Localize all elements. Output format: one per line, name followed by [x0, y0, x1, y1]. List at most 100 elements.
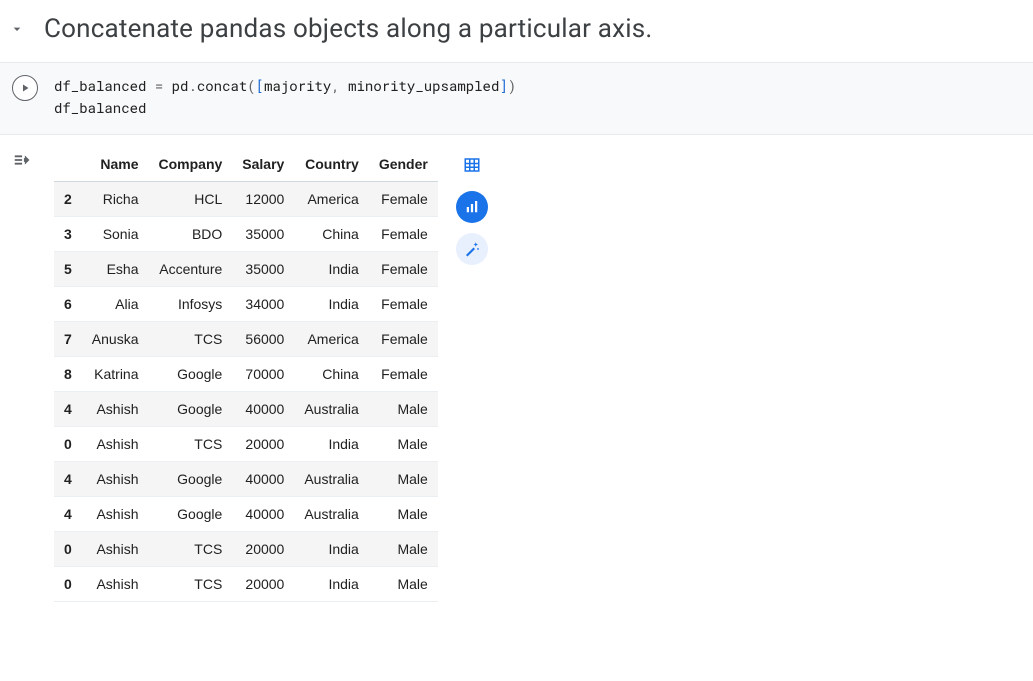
table-cell: Female [369, 321, 438, 356]
code-editor[interactable]: df_balanced = pd.concat([majority, minor… [50, 63, 1033, 134]
table-cell: TCS [149, 321, 233, 356]
table-row: 5EshaAccenture35000IndiaFemale [54, 251, 438, 286]
table-row: 8KatrinaGoogle70000ChinaFemale [54, 356, 438, 391]
table-row-index: 6 [54, 286, 82, 321]
table-cell: 40000 [232, 496, 294, 531]
cell-output: NameCompanySalaryCountryGender 2RichaHCL… [0, 134, 1033, 620]
table-cell: India [294, 286, 368, 321]
table-cell: America [294, 321, 368, 356]
code-token: concat [197, 76, 247, 95]
table-row: 0AshishTCS20000IndiaMale [54, 426, 438, 461]
view-as-table-button[interactable] [456, 149, 488, 181]
table-cell: 56000 [232, 321, 294, 356]
table-cell: Google [149, 356, 233, 391]
output-gutter [0, 135, 50, 620]
table-cell: Male [369, 566, 438, 601]
run-cell-button[interactable] [12, 75, 38, 101]
table-cell: Infosys [149, 286, 233, 321]
table-cell: Female [369, 356, 438, 391]
cell-gutter [0, 63, 50, 101]
output-indicator-icon[interactable] [12, 149, 34, 171]
table-cell: Male [369, 496, 438, 531]
dataframe-table: NameCompanySalaryCountryGender 2RichaHCL… [54, 147, 438, 602]
table-cell: Google [149, 461, 233, 496]
table-cell: Female [369, 181, 438, 216]
table-row: 2RichaHCL12000AmericaFemale [54, 181, 438, 216]
table-cell: Female [369, 286, 438, 321]
table-cell: Male [369, 426, 438, 461]
suggest-charts-button[interactable] [456, 191, 488, 223]
table-row: 6AliaInfosys34000IndiaFemale [54, 286, 438, 321]
table-cell: 12000 [232, 181, 294, 216]
table-cell: India [294, 426, 368, 461]
table-row-index: 3 [54, 216, 82, 251]
table-cell: Ashish [82, 566, 149, 601]
code-token: . [188, 76, 196, 95]
table-cell: TCS [149, 566, 233, 601]
code-cell: df_balanced = pd.concat([majority, minor… [0, 62, 1033, 134]
magic-wand-icon [463, 240, 481, 258]
table-cell: Australia [294, 461, 368, 496]
generate-code-button[interactable] [456, 233, 488, 265]
table-cell: Male [369, 391, 438, 426]
table-cell: Ashish [82, 461, 149, 496]
table-cell: Ashish [82, 531, 149, 566]
table-cell: 20000 [232, 531, 294, 566]
code-token: [ [256, 76, 264, 95]
table-cell: Australia [294, 496, 368, 531]
table-cell: Ashish [82, 426, 149, 461]
table-row: 4AshishGoogle40000AustraliaMale [54, 391, 438, 426]
output-action-bar [456, 147, 488, 265]
table-row: 7AnuskaTCS56000AmericaFemale [54, 321, 438, 356]
table-cell: 34000 [232, 286, 294, 321]
table-cell: 20000 [232, 426, 294, 461]
code-token: majority [264, 76, 331, 95]
code-token: ( [247, 76, 255, 95]
table-cell: Female [369, 216, 438, 251]
code-token: df_balanced [54, 76, 146, 95]
code-token: minority_upsampled [348, 76, 499, 95]
table-cell: India [294, 251, 368, 286]
table-cell: 35000 [232, 216, 294, 251]
table-cell: Esha [82, 251, 149, 286]
code-token: ) [508, 76, 516, 95]
code-token: df_balanced [54, 98, 146, 117]
table-cell: 40000 [232, 461, 294, 496]
table-cell: Google [149, 496, 233, 531]
table-cell: India [294, 531, 368, 566]
table-row: 3SoniaBDO35000ChinaFemale [54, 216, 438, 251]
table-cell: Google [149, 391, 233, 426]
table-cell: TCS [149, 426, 233, 461]
table-cell: Sonia [82, 216, 149, 251]
table-row-index: 0 [54, 566, 82, 601]
table-column-header: Company [149, 147, 233, 182]
table-cell: Richa [82, 181, 149, 216]
table-row: 4AshishGoogle40000AustraliaMale [54, 496, 438, 531]
table-cell: Accenture [149, 251, 233, 286]
table-row: 0AshishTCS20000IndiaMale [54, 566, 438, 601]
table-cell: Ashish [82, 496, 149, 531]
table-cell: Anuska [82, 321, 149, 356]
collapse-chevron-icon[interactable] [8, 20, 26, 38]
table-row-index: 5 [54, 251, 82, 286]
table-index-header [54, 147, 82, 182]
table-cell: Ashish [82, 391, 149, 426]
table-cell: HCL [149, 181, 233, 216]
code-token: pd [172, 76, 189, 95]
table-cell: China [294, 356, 368, 391]
bar-chart-icon [463, 198, 481, 216]
table-row-index: 2 [54, 181, 82, 216]
table-row: 4AshishGoogle40000AustraliaMale [54, 461, 438, 496]
table-row-index: 4 [54, 391, 82, 426]
table-cell: 20000 [232, 566, 294, 601]
section-title: Concatenate pandas objects along a parti… [44, 14, 652, 44]
table-column-header: Country [294, 147, 368, 182]
table-cell: 40000 [232, 391, 294, 426]
table-cell: BDO [149, 216, 233, 251]
table-row: 0AshishTCS20000IndiaMale [54, 531, 438, 566]
section-header: Concatenate pandas objects along a parti… [0, 4, 1033, 62]
table-column-header: Name [82, 147, 149, 182]
table-icon [463, 156, 481, 174]
table-cell: TCS [149, 531, 233, 566]
table-row-index: 4 [54, 496, 82, 531]
